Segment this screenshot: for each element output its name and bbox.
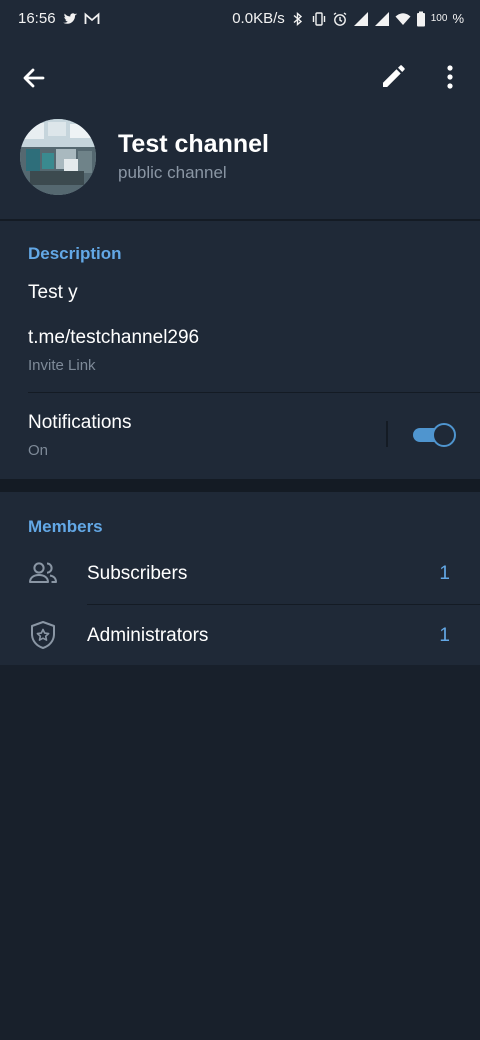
twitter-icon [62, 12, 77, 24]
description-header: Description [28, 244, 122, 263]
notifications-state: On [28, 442, 49, 459]
signal-icon [374, 11, 389, 26]
section-gap [0, 479, 480, 492]
more-vert-icon[interactable] [438, 62, 462, 92]
members-section: Members Subscribers 1 Administrators 1 [0, 492, 480, 665]
info-section: Description Test y t.me/testchannel296 I… [0, 221, 480, 479]
alarm-icon [333, 11, 347, 26]
channel-header: Test channel public channel [0, 42, 480, 219]
people-icon [29, 562, 57, 583]
status-bar: 16:56 0.0KB/s 100 % [0, 0, 480, 42]
battery-percent-sign: % [452, 11, 464, 26]
status-time: 16:56 [18, 10, 56, 27]
invite-link-text[interactable]: t.me/testchannel296 [28, 327, 199, 349]
gmail-icon [84, 12, 99, 24]
notifications-toggle[interactable] [411, 423, 456, 447]
toggle-knob [432, 423, 456, 447]
administrators-count: 1 [439, 625, 450, 646]
toggle-separator [386, 421, 388, 447]
administrators-label: Administrators [87, 625, 209, 646]
vibrate-icon [312, 11, 325, 26]
battery-level: 100 [430, 13, 448, 24]
members-header: Members [28, 517, 103, 536]
subscribers-count: 1 [439, 563, 450, 584]
channel-subtitle: public channel [118, 163, 227, 182]
arrow-left-icon[interactable] [18, 62, 50, 94]
subscribers-label: Subscribers [87, 563, 188, 584]
channel-avatar[interactable] [20, 119, 96, 195]
row-divider [87, 604, 480, 605]
shield-star-icon [31, 621, 55, 649]
channel-title: Test channel [118, 130, 269, 158]
pencil-icon[interactable] [378, 62, 408, 92]
network-speed: 0.0KB/s [232, 10, 285, 27]
invite-link-label: Invite Link [28, 357, 96, 374]
description-text[interactable]: Test y [28, 282, 78, 304]
row-divider [28, 392, 480, 393]
bluetooth-icon [293, 11, 302, 26]
signal-icon [353, 11, 368, 26]
wifi-icon [395, 12, 411, 25]
battery-icon [416, 11, 425, 26]
notifications-label: Notifications [28, 412, 132, 433]
